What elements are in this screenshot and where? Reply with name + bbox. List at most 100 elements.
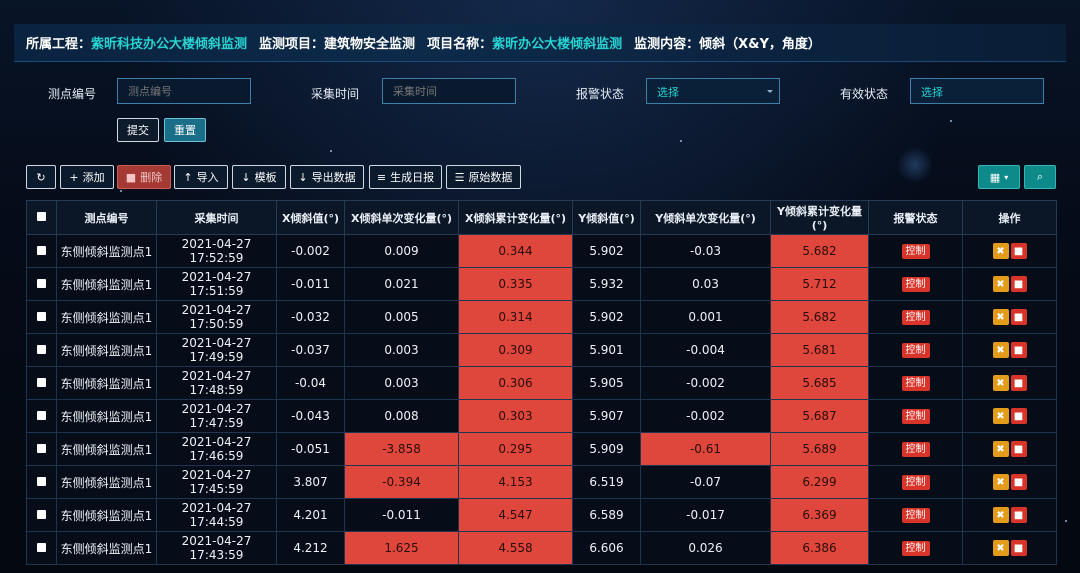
- y-single-change-cell: -0.002: [640, 366, 771, 400]
- y-cumulative-change-cell: 5.685: [770, 366, 869, 400]
- row-checkbox[interactable]: [37, 246, 46, 255]
- column-header[interactable]: 操作: [962, 200, 1057, 235]
- table-row[interactable]: 东侧倾斜监测点1 2021-04-27 17:43:59 4.212 1.625 4.5…: [26, 531, 1057, 565]
- row-checkbox[interactable]: [37, 444, 46, 453]
- raw-data-button[interactable]: ☰ 原始数据: [446, 165, 521, 189]
- time-cell: 2021-04-27 17:48:59: [156, 366, 277, 400]
- add-button[interactable]: + 添加: [60, 165, 114, 189]
- monitoring-header: 所属工程： 紫昕科技办公大楼倾斜监测 监测项目： 建筑物安全监测 项目名称： 紫…: [14, 24, 1066, 62]
- columns-toggle-button[interactable]: ▦ ▾: [978, 165, 1020, 189]
- trash-icon[interactable]: ■: [1010, 441, 1027, 457]
- x-cumulative-change-cell: 4.558: [458, 531, 573, 565]
- trash-icon[interactable]: ■: [1010, 540, 1027, 556]
- column-header[interactable]: 采集时间: [156, 200, 277, 235]
- row-checkbox[interactable]: [37, 345, 46, 354]
- row-checkbox[interactable]: [37, 411, 46, 420]
- trash-icon[interactable]: ■: [1010, 408, 1027, 424]
- table-row[interactable]: 东侧倾斜监测点1 2021-04-27 17:52:59 -0.002 0.009 0.…: [26, 234, 1057, 268]
- close-icon[interactable]: ✖: [992, 309, 1009, 325]
- action-cell: ✖ ■: [962, 531, 1057, 565]
- select-all-header[interactable]: [26, 200, 57, 235]
- table-row[interactable]: 东侧倾斜监测点1 2021-04-27 17:46:59 -0.051 -3.858 0…: [26, 432, 1057, 466]
- item-value: 建筑物安全监测: [324, 37, 416, 52]
- column-header[interactable]: Y倾斜累计变化量(°): [770, 200, 869, 235]
- trash-icon[interactable]: ■: [1010, 243, 1027, 259]
- daily-report-button[interactable]: ≡ 生成日报: [369, 165, 442, 189]
- column-header[interactable]: X倾斜值(°): [276, 200, 345, 235]
- template-button[interactable]: ↓ 模板: [232, 165, 286, 189]
- trash-icon[interactable]: ■: [1010, 309, 1027, 325]
- trash-icon[interactable]: ■: [1010, 474, 1027, 490]
- close-icon[interactable]: ✖: [992, 540, 1009, 556]
- trash-icon[interactable]: ■: [1010, 276, 1027, 292]
- x-single-change-cell: -0.394: [344, 465, 459, 499]
- row-checkbox[interactable]: [37, 510, 46, 519]
- close-icon[interactable]: ✖: [992, 441, 1009, 457]
- daily-report-label: 生成日报: [390, 171, 435, 184]
- close-icon[interactable]: ✖: [992, 342, 1009, 358]
- trash-icon[interactable]: ■: [1010, 375, 1027, 391]
- valid-status-select[interactable]: 选择: [910, 78, 1044, 104]
- table-row[interactable]: 东侧倾斜监测点1 2021-04-27 17:48:59 -0.04 0.003 0.3…: [26, 366, 1057, 400]
- refresh-button[interactable]: ↻: [26, 165, 56, 189]
- y-cumulative-change-cell: 5.682: [770, 300, 869, 334]
- submit-button[interactable]: 提交: [117, 118, 159, 142]
- row-checkbox[interactable]: [37, 477, 46, 486]
- close-icon[interactable]: ✖: [992, 243, 1009, 259]
- alarm-status-select[interactable]: 选择: [646, 78, 780, 104]
- alarm-badge: 控制: [901, 343, 930, 358]
- x-single-change-cell: 1.625: [344, 531, 459, 565]
- close-icon[interactable]: ✖: [992, 375, 1009, 391]
- export-label: 导出数据: [311, 171, 356, 184]
- search-button[interactable]: ⌕: [1024, 165, 1056, 189]
- y-single-change-cell: 0.001: [640, 300, 771, 334]
- y-cumulative-change-cell: 5.689: [770, 432, 869, 466]
- table-row[interactable]: 东侧倾斜监测点1 2021-04-27 17:51:59 -0.011 0.021 0.…: [26, 267, 1057, 301]
- table-row[interactable]: 东侧倾斜监测点1 2021-04-27 17:50:59 -0.032 0.005 0.…: [26, 300, 1057, 334]
- row-checkbox[interactable]: [37, 312, 46, 321]
- export-button[interactable]: ↓ 导出数据: [290, 165, 364, 189]
- close-icon[interactable]: ✖: [992, 276, 1009, 292]
- column-header[interactable]: Y倾斜值(°): [572, 200, 641, 235]
- delete-button[interactable]: ■ 删除: [117, 165, 171, 189]
- table-row[interactable]: 东侧倾斜监测点1 2021-04-27 17:47:59 -0.043 0.008 0.…: [26, 399, 1057, 433]
- row-checkbox[interactable]: [37, 543, 46, 552]
- time-cell: 2021-04-27 17:51:59: [156, 267, 277, 301]
- x-cumulative-change-cell: 0.335: [458, 267, 573, 301]
- checkbox-cell: [26, 300, 57, 334]
- column-header[interactable]: X倾斜单次变化量(°): [344, 200, 459, 235]
- time-cell: 2021-04-27 17:49:59: [156, 333, 277, 367]
- table-row[interactable]: 东侧倾斜监测点1 2021-04-27 17:45:59 3.807 -0.394 4.…: [26, 465, 1057, 499]
- column-header[interactable]: X倾斜累计变化量(°): [458, 200, 573, 235]
- row-checkbox[interactable]: [37, 378, 46, 387]
- column-header[interactable]: 测点编号: [56, 200, 157, 235]
- close-icon[interactable]: ✖: [992, 474, 1009, 490]
- list-icon: ☰: [454, 170, 465, 184]
- y-value-cell: 5.901: [572, 333, 641, 367]
- select-all-checkbox[interactable]: [37, 212, 46, 221]
- x-value-cell: -0.04: [276, 366, 345, 400]
- x-cumulative-change-cell: 0.306: [458, 366, 573, 400]
- column-header[interactable]: Y倾斜单次变化量(°): [640, 200, 771, 235]
- alarm-badge: 控制: [901, 277, 930, 292]
- trash-icon[interactable]: ■: [1010, 507, 1027, 523]
- x-cumulative-change-cell: 0.309: [458, 333, 573, 367]
- close-icon[interactable]: ✖: [992, 408, 1009, 424]
- table-row[interactable]: 东侧倾斜监测点1 2021-04-27 17:44:59 4.201 -0.011 4.…: [26, 498, 1057, 532]
- import-button[interactable]: ↑ 导入: [174, 165, 228, 189]
- time-filter-input[interactable]: [382, 78, 516, 104]
- y-single-change-cell: -0.002: [640, 399, 771, 433]
- x-single-change-cell: 0.008: [344, 399, 459, 433]
- close-icon[interactable]: ✖: [992, 507, 1009, 523]
- point-filter-input[interactable]: [117, 78, 251, 104]
- alarm-cell: 控制: [868, 531, 963, 565]
- time-filter-label: 采集时间: [311, 87, 360, 101]
- table-row[interactable]: 东侧倾斜监测点1 2021-04-27 17:49:59 -0.037 0.003 0.…: [26, 333, 1057, 367]
- table-header-row: 测点编号 采集时间 X倾斜值(°) X倾斜单次变化量(°) X倾斜累计变化量(°…: [26, 200, 1057, 235]
- row-checkbox[interactable]: [37, 279, 46, 288]
- column-header[interactable]: 报警状态: [868, 200, 963, 235]
- refresh-icon: ↻: [36, 170, 46, 184]
- reset-button[interactable]: 重置: [164, 118, 206, 142]
- trash-icon[interactable]: ■: [1010, 342, 1027, 358]
- alarm-cell: 控制: [868, 366, 963, 400]
